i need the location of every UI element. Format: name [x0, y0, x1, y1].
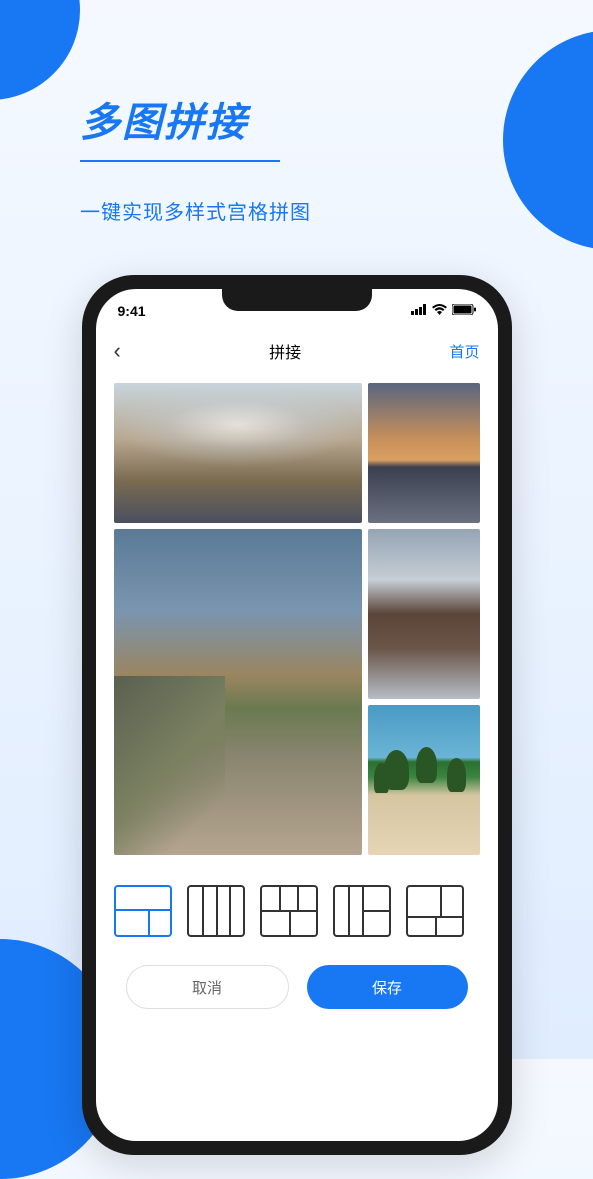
signal-icon [411, 302, 427, 320]
action-row: 取消 保存 [96, 955, 498, 1009]
phone-screen: 9:41 ‹ 拼接 首页 [96, 289, 498, 1141]
collage-cell-4[interactable] [368, 529, 480, 699]
layout-option-2[interactable] [187, 885, 245, 937]
layout-option-4[interactable] [333, 885, 391, 937]
layout-option-5[interactable] [406, 885, 464, 937]
collage-preview [114, 383, 480, 855]
phone-frame: 9:41 ‹ 拼接 首页 [82, 275, 512, 1155]
nav-bar: ‹ 拼接 首页 [96, 329, 498, 373]
decoration-circle [0, 0, 80, 100]
back-icon[interactable]: ‹ [114, 338, 121, 364]
layout-option-row [96, 865, 498, 955]
layout-option-3[interactable] [260, 885, 318, 937]
nav-title: 拼接 [269, 339, 301, 363]
promo-subtitle: 一键实现多样式宫格拼图 [80, 196, 533, 225]
layout-option-1[interactable] [114, 885, 172, 937]
collage-cell-1[interactable] [114, 383, 362, 523]
collage-cell-2[interactable] [368, 383, 480, 523]
title-underline [80, 160, 280, 162]
status-icons [411, 302, 476, 320]
battery-icon [452, 302, 476, 320]
status-time: 9:41 [118, 303, 146, 319]
cancel-button[interactable]: 取消 [126, 965, 289, 1009]
wifi-icon [432, 302, 447, 320]
promo-title: 多图拼接 [80, 90, 533, 148]
collage-cell-5[interactable] [368, 705, 480, 855]
collage-cell-3[interactable] [114, 529, 362, 855]
phone-notch [222, 289, 372, 311]
save-button[interactable]: 保存 [307, 965, 468, 1009]
home-button[interactable]: 首页 [449, 341, 479, 362]
promo-header: 多图拼接 一键实现多样式宫格拼图 [80, 90, 533, 225]
